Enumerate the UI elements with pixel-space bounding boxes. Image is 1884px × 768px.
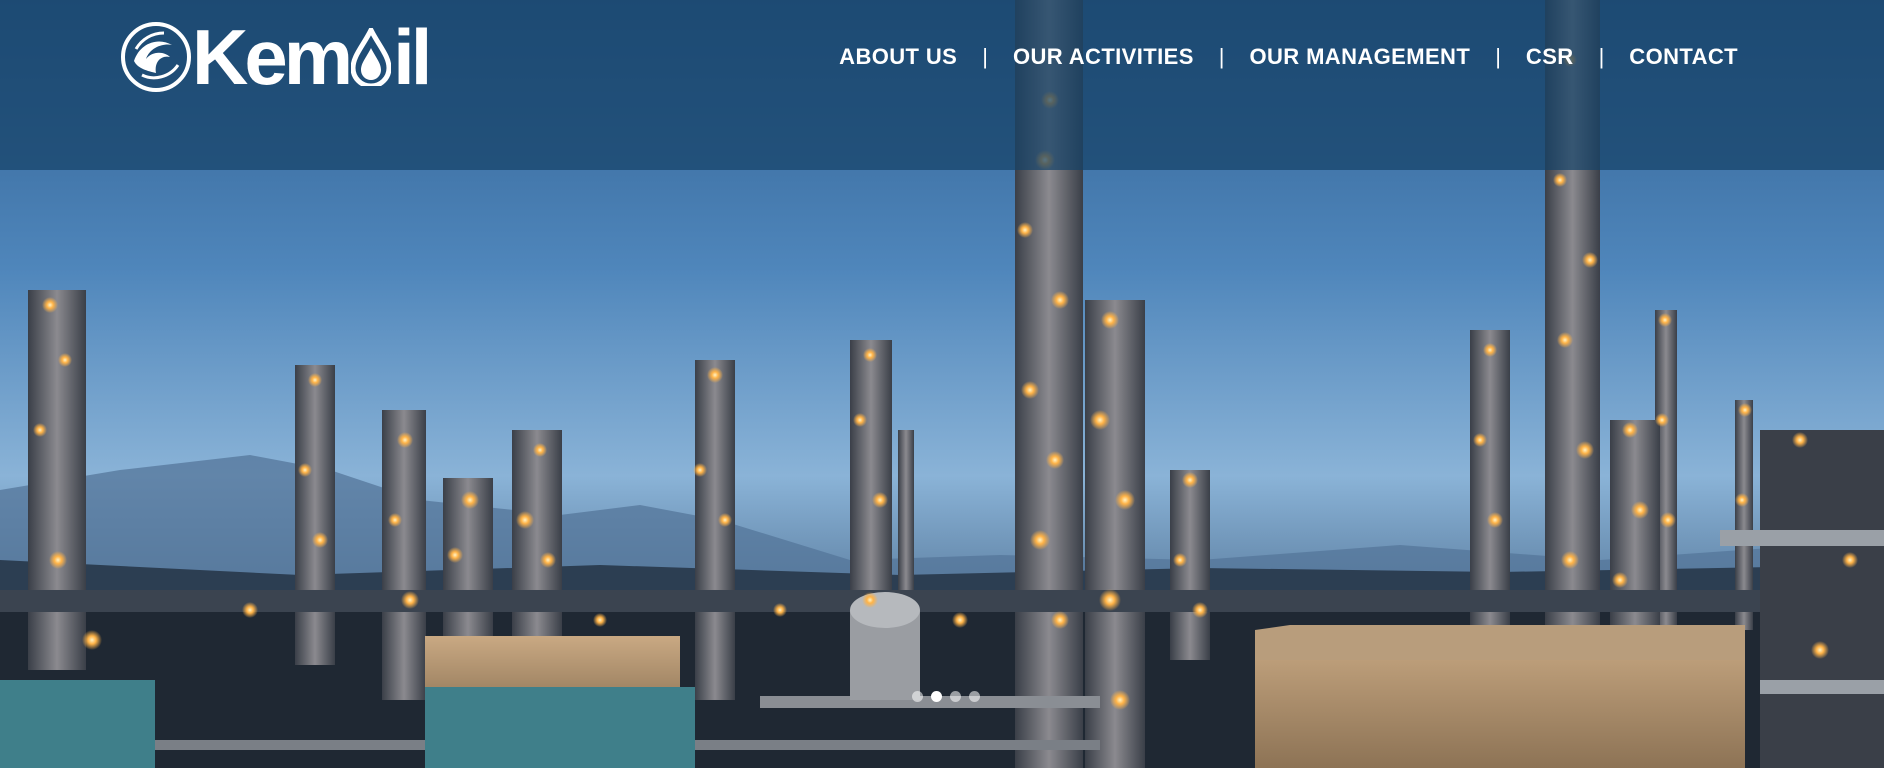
main-navigation: ABOUT US | OUR ACTIVITIES | OUR MANAGEME…: [839, 40, 1738, 74]
slider-pagination: [912, 691, 980, 702]
slide-dot-4[interactable]: [969, 691, 980, 702]
oil-drop-icon: [351, 28, 392, 86]
globe-swirl-icon: [121, 22, 191, 92]
nav-csr[interactable]: CSR: [1526, 44, 1574, 70]
logo-text-prefix: Kem: [192, 13, 353, 101]
slide-dot-1[interactable]: [912, 691, 923, 702]
nav-about-us[interactable]: ABOUT US: [839, 44, 957, 70]
nav-separator: |: [1495, 44, 1501, 69]
slide-dot-2[interactable]: [931, 691, 942, 702]
nav-contact[interactable]: CONTACT: [1629, 44, 1738, 70]
nav-our-management[interactable]: OUR MANAGEMENT: [1249, 44, 1470, 70]
nav-our-activities[interactable]: OUR ACTIVITIES: [1013, 44, 1194, 70]
site-header: Kem il ABOUT US | OUR ACTIVITIES | OUR M…: [0, 0, 1884, 170]
logo-wordmark: Kem il: [192, 13, 432, 101]
nav-separator: |: [982, 44, 988, 69]
slide-dot-3[interactable]: [950, 691, 961, 702]
nav-separator: |: [1218, 44, 1225, 69]
logo-text-suffix: il: [393, 13, 432, 101]
site-logo[interactable]: Kem il: [120, 13, 432, 101]
nav-separator: |: [1598, 44, 1605, 69]
hero-banner: Kem il ABOUT US | OUR ACTIVITIES | OUR M…: [0, 0, 1884, 768]
